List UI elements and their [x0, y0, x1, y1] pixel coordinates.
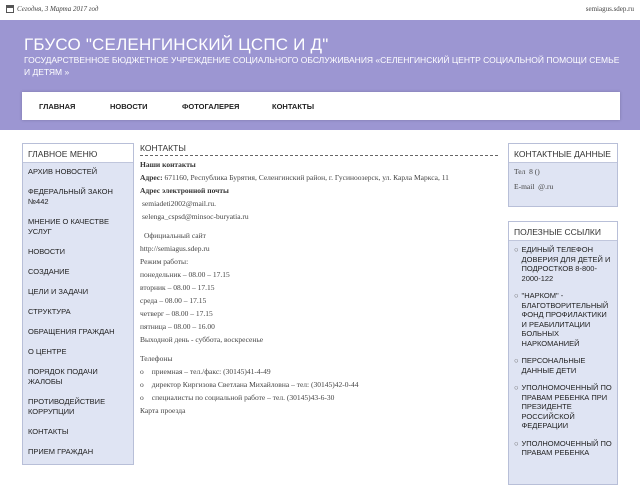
nav-news[interactable]: НОВОСТИ: [110, 102, 148, 111]
link-text[interactable]: ПЕРСОНАЛЬНЫЕ ДАННЫЕ ДЕТИ: [522, 356, 612, 375]
link-item[interactable]: ○ УПОЛНОМОЧЕННЫЙ ПО ПРАВАМ РЕБЕНКА ПРИ ПР…: [514, 383, 612, 431]
nav-gallery[interactable]: ФОТОГАЛЕРЕЯ: [182, 102, 239, 111]
top-bar: Сегодня, 3 Марта 2017 год semiagus.sdep.…: [0, 0, 640, 21]
right-sidebar: КОНТАКТНЫЕ ДАННЫЕ Тел 8 () E-mail @.ru П…: [508, 143, 618, 485]
phones-heading: Телефоны: [140, 354, 173, 363]
bullet-icon: o: [140, 393, 144, 402]
menu-item-creation[interactable]: СОЗДАНИЕ: [28, 267, 128, 277]
links-list: ○ ЕДИНЫЙ ТЕЛЕФОН ДОВЕРИЯ ДЛЯ ДЕТЕЙ И ПОДР…: [509, 241, 617, 470]
tel-row: Тел 8 (): [514, 167, 612, 176]
address-line: Адрес: 671160, Республика Бурятия, Селен…: [140, 173, 498, 182]
schedule-row: Выходной день - суббота, воскресенье: [140, 335, 264, 344]
link-item[interactable]: ○ УПОЛНОМОЧЕННЫЙ ПО ПРАВАМ РЕБЕНКА: [514, 439, 612, 458]
email-2[interactable]: selenga_cspsd@minsoc-buryatia.ru: [140, 212, 498, 221]
email-value[interactable]: @.ru: [538, 182, 553, 191]
link-text[interactable]: УПОЛНОМОЧЕННЫЙ ПО ПРАВАМ РЕБЕНКА ПРИ ПРЕ…: [522, 383, 612, 431]
menu-item-complaints[interactable]: ПОРЯДОК ПОДАЧИ ЖАЛОБЫ: [28, 367, 128, 387]
link-item[interactable]: ○ "НАРКОМ" - БЛАГОТВОРИТЕЛЬНЫЙ ФОНД ПРОФИ…: [514, 291, 612, 348]
date-text: Сегодня, 3 Марта 2017 год: [17, 5, 99, 13]
link-item[interactable]: ○ ЕДИНЫЙ ТЕЛЕФОН ДОВЕРИЯ ДЛЯ ДЕТЕЙ И ПОДР…: [514, 245, 612, 283]
menu-item-contacts[interactable]: КОНТАКТЫ: [28, 427, 128, 437]
nav-contacts[interactable]: КОНТАКТЫ: [272, 102, 314, 111]
page-title: КОНТАКТЫ: [140, 143, 498, 156]
address-value: 671160, Республика Бурятия, Селенгинский…: [164, 173, 449, 182]
circle-bullet-icon: ○: [514, 383, 519, 392]
email-row: E-mail @.ru: [514, 182, 612, 191]
menu-item-about[interactable]: О ЦЕНТРЕ: [28, 347, 128, 357]
menu-item-goals[interactable]: ЦЕЛИ И ЗАДАЧИ: [28, 287, 128, 297]
link-text[interactable]: УПОЛНОМОЧЕННЫЙ ПО ПРАВАМ РЕБЕНКА: [522, 439, 612, 458]
contact-box-title: КОНТАКТНЫЕ ДАННЫЕ: [509, 144, 617, 163]
links-box: ПОЛЕЗНЫЕ ССЫЛКИ ○ ЕДИНЫЙ ТЕЛЕФОН ДОВЕРИЯ …: [508, 221, 618, 485]
phone-text: специалисты по социальной работе – тел. …: [151, 393, 335, 402]
email-heading: Адрес электронной почты: [140, 186, 229, 195]
map-label: Карта проезда: [140, 406, 186, 415]
phone-text: директор Киргизова Светлана Михайловна –…: [151, 380, 359, 389]
menu-item-quality-opinion[interactable]: МНЕНИЕ О КАЧЕСТВЕ УСЛУГ: [28, 217, 128, 237]
schedule-row: вторник – 08.00 – 17.15: [140, 283, 215, 292]
phone-row: o приемная – тел./факс: (30145)41-4-49: [140, 367, 498, 376]
circle-bullet-icon: ○: [514, 245, 519, 254]
menu-item-reception[interactable]: ПРИЕМ ГРАЖДАН: [28, 447, 128, 457]
phone-row: o специалисты по социальной работе – тел.…: [140, 393, 498, 402]
bullet-icon: o: [140, 380, 144, 389]
contact-box: КОНТАКТНЫЕ ДАННЫЕ Тел 8 () E-mail @.ru: [508, 143, 618, 207]
links-box-title: ПОЛЕЗНЫЕ ССЫЛКИ: [509, 222, 617, 241]
contact-box-body: Тел 8 () E-mail @.ru: [509, 163, 617, 195]
link-item[interactable]: ○ ПЕРСОНАЛЬНЫЕ ДАННЫЕ ДЕТИ: [514, 356, 612, 375]
circle-bullet-icon: ○: [514, 356, 519, 365]
site-url[interactable]: semiagus.sdep.ru: [586, 5, 634, 13]
circle-bullet-icon: ○: [514, 438, 519, 448]
contacts-heading: Наши контакты: [140, 160, 196, 169]
email-label: E-mail: [514, 182, 535, 191]
menu-item-news-archive[interactable]: АРХИВ НОВОСТЕЙ: [28, 167, 128, 177]
tel-label: Тел: [514, 167, 526, 176]
tel-value: 8 (): [529, 167, 540, 176]
site-title[interactable]: ГБУСО "СЕЛЕНГИНСКИЙ ЦСПС И Д": [24, 35, 328, 55]
schedule-row: среда – 08.00 – 17.15: [140, 296, 207, 305]
calendar-icon: [6, 5, 14, 13]
schedule-row: пятница – 08.00 – 16.00: [140, 322, 215, 331]
menu-item-news[interactable]: НОВОСТИ: [28, 247, 128, 257]
phone-text: приемная – тел./факс: (30145)41-4-49: [151, 367, 271, 376]
official-site-link[interactable]: http://semiagus.sdep.ru: [140, 244, 498, 253]
schedule-row: четверг – 08.00 – 17.15: [140, 309, 213, 318]
left-menu-list: АРХИВ НОВОСТЕЙ ФЕДЕРАЛЬНЫЙ ЗАКОН №442 МН…: [23, 163, 133, 471]
link-text[interactable]: "НАРКОМ" - БЛАГОТВОРИТЕЛЬНЫЙ ФОНД ПРОФИЛ…: [522, 291, 612, 348]
circle-bullet-icon: ○: [514, 291, 519, 300]
phone-row: o директор Киргизова Светлана Михайловна …: [140, 380, 498, 389]
menu-item-appeals[interactable]: ОБРАЩЕНИЯ ГРАЖДАН: [28, 327, 128, 337]
menu-item-federal-law[interactable]: ФЕДЕРАЛЬНЫЙ ЗАКОН №442: [28, 187, 128, 207]
nav-home[interactable]: ГЛАВНАЯ: [39, 102, 75, 111]
menu-item-anticorruption[interactable]: ПРОТИВОДЕЙСТВИЕ КОРРУПЦИИ: [28, 397, 128, 417]
email-1[interactable]: semiadeti2002@mail.ru.: [140, 199, 498, 208]
main-content: КОНТАКТЫ Наши контакты Адрес: 671160, Ре…: [140, 143, 498, 480]
site-subtitle: ГОСУДАРСТВЕННОЕ БЮДЖЕТНОЕ УЧРЕЖДЕНИЕ СОЦ…: [24, 55, 620, 77]
schedule-row: понедельник – 08.00 – 17.15: [140, 270, 230, 279]
address-label: Адрес:: [140, 173, 163, 182]
date-display: Сегодня, 3 Марта 2017 год: [6, 5, 98, 13]
schedule-heading: Режим работы:: [140, 257, 189, 266]
menu-item-structure[interactable]: СТРУКТУРА: [28, 307, 128, 317]
link-text[interactable]: ЕДИНЫЙ ТЕЛЕФОН ДОВЕРИЯ ДЛЯ ДЕТЕЙ И ПОДРО…: [522, 245, 612, 283]
left-menu: ГЛАВНОЕ МЕНЮ АРХИВ НОВОСТЕЙ ФЕДЕРАЛЬНЫЙ …: [22, 143, 134, 465]
left-menu-title: ГЛАВНОЕ МЕНЮ: [23, 144, 133, 163]
site-header: ГБУСО "СЕЛЕНГИНСКИЙ ЦСПС И Д" ГОСУДАРСТВ…: [0, 20, 640, 130]
bullet-icon: o: [140, 367, 144, 376]
official-site-label: Официальный сайт: [144, 231, 206, 240]
main-nav: ГЛАВНАЯ НОВОСТИ ФОТОГАЛЕРЕЯ КОНТАКТЫ: [22, 92, 620, 120]
